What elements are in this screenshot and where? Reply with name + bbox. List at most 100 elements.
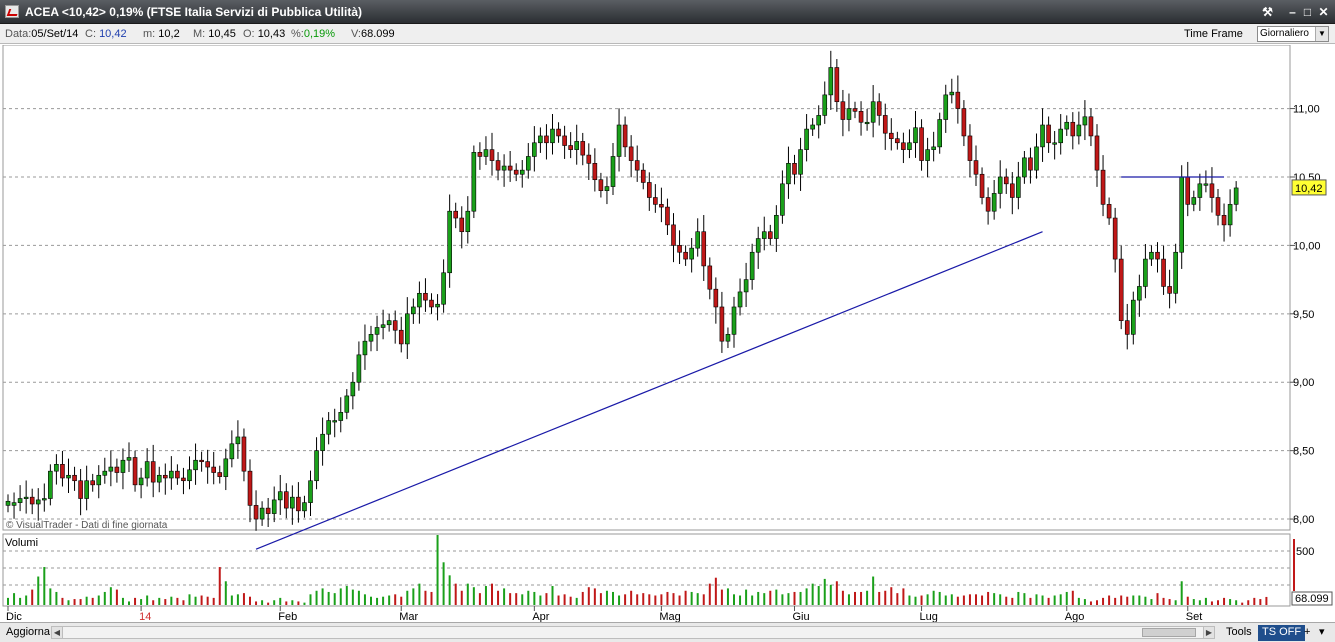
candle-down	[683, 251, 688, 260]
low-label: m:	[143, 28, 156, 40]
candle-down	[967, 135, 973, 161]
candle-down	[199, 459, 204, 463]
candle-down	[979, 173, 985, 198]
candle-up	[816, 115, 822, 126]
candle-up	[1052, 142, 1057, 145]
candle-up	[144, 461, 150, 479]
candle-up	[1227, 204, 1233, 226]
candle-up	[23, 496, 29, 499]
candle-up	[810, 124, 815, 130]
x-tick-label: Feb	[278, 611, 297, 622]
candle-up	[229, 443, 235, 460]
candle-down	[544, 135, 549, 144]
scroll-left-icon[interactable]: ◀	[52, 627, 63, 638]
candle-up	[380, 324, 386, 328]
candle-down	[665, 206, 670, 226]
candle-up	[277, 491, 283, 501]
scroll-right-icon[interactable]: ▶	[1203, 627, 1214, 638]
candle-down	[90, 480, 95, 486]
add-button[interactable]: +	[1300, 625, 1314, 641]
candle-up	[689, 247, 694, 260]
candle-down	[1124, 320, 1130, 335]
ts-off-button[interactable]: TS OFF	[1258, 625, 1306, 641]
candle-up	[386, 320, 392, 326]
x-tick-label: Mag	[659, 611, 680, 622]
aggiorna-button[interactable]: Aggiorna	[2, 625, 54, 641]
candle-down	[677, 245, 682, 253]
high-label: M:	[193, 28, 206, 40]
candle-down	[265, 507, 271, 514]
candle-up	[1064, 121, 1070, 130]
candle-up	[828, 67, 834, 96]
quote-info-bar: Data:05/Set/14 C: 10,42 m: 10,2 M: 10,45…	[0, 24, 1335, 44]
candle-up	[320, 433, 325, 451]
candle-down	[1070, 121, 1076, 137]
candle-down	[72, 474, 77, 482]
tools-button[interactable]: Tools	[1222, 625, 1256, 641]
candle-up	[943, 94, 949, 120]
candle-down	[1167, 286, 1172, 294]
candle-down	[78, 480, 83, 499]
candle-down	[592, 163, 598, 181]
candle-up	[798, 149, 803, 175]
candle-down	[1161, 258, 1166, 287]
candle-up	[5, 500, 11, 506]
candle-down	[985, 197, 991, 212]
candle-up	[362, 340, 368, 356]
window-titlebar[interactable]: ACEA <10,42> 0,19% (FTSE Italia Servizi …	[0, 0, 1335, 24]
candle-up	[780, 183, 785, 216]
candle-down	[562, 135, 567, 146]
candle-up	[465, 210, 471, 233]
high-field: M: 10,45	[193, 28, 236, 40]
candle-down	[296, 496, 301, 512]
chart-scrollbar[interactable]: ◀ ▶	[51, 626, 1215, 639]
scroll-thumb[interactable]	[1142, 628, 1196, 637]
close-value: 10,42	[99, 28, 127, 40]
candle-down	[163, 474, 168, 479]
candle-up	[344, 395, 350, 413]
candle-down	[205, 461, 210, 468]
menu-arrow-button[interactable]: ▾	[1315, 625, 1329, 641]
timeframe-select[interactable]: Giornaliero ▼	[1257, 26, 1329, 42]
window-title: ACEA <10,42> 0,19% (FTSE Italia Servizi …	[25, 5, 363, 19]
candle-up	[368, 334, 374, 342]
candle-down	[1028, 157, 1033, 171]
candle-up	[259, 507, 265, 520]
maximize-button[interactable]: □	[1299, 4, 1316, 20]
price-chart[interactable]: 8,008,509,009,5010,0010,5011,00© VisualT…	[0, 45, 1335, 622]
candle-down	[1209, 183, 1215, 198]
candle-down	[634, 160, 640, 171]
candle-up	[332, 420, 338, 423]
candle-up	[1137, 286, 1142, 301]
tool-icon[interactable]: ⚒	[1259, 4, 1276, 20]
low-field: m: 10,2	[143, 28, 180, 40]
candle-up	[1082, 116, 1088, 126]
volume-value: 68.099	[361, 28, 395, 40]
dropdown-arrow-icon[interactable]: ▼	[1315, 27, 1328, 41]
x-tick-label: Lug	[920, 611, 938, 622]
candle-down	[707, 265, 713, 290]
candle-down	[60, 464, 65, 479]
candle-down	[1046, 124, 1051, 144]
candle-down	[568, 145, 573, 150]
timeframe-label: Time Frame	[1184, 28, 1243, 40]
candle-up	[356, 354, 362, 383]
candle-down	[453, 210, 459, 219]
candle-down	[895, 138, 900, 144]
candle-down	[919, 127, 924, 161]
candle-down	[132, 457, 138, 486]
candle-up	[374, 327, 380, 335]
candle-up	[138, 477, 144, 486]
candle-down	[1112, 217, 1118, 260]
candle-down	[713, 288, 719, 308]
candle-up	[471, 152, 477, 212]
candle-up	[308, 480, 313, 503]
candle-up	[931, 146, 936, 150]
close-button[interactable]: ✕	[1315, 4, 1332, 20]
candle-up	[447, 210, 452, 274]
candle-down	[1215, 197, 1221, 216]
candle-up	[126, 457, 132, 461]
candle-up	[441, 272, 446, 305]
candle-up	[41, 498, 47, 501]
x-tick-label: Mar	[399, 611, 418, 622]
